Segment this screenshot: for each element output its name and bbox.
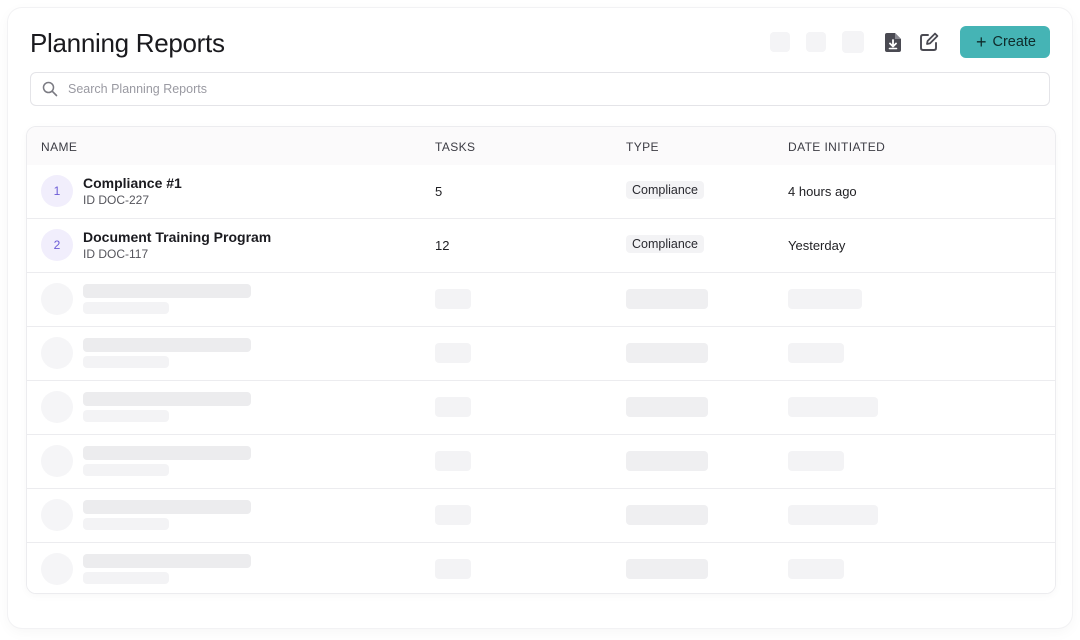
edit-button[interactable] [916, 29, 942, 55]
skeleton-cell [626, 343, 708, 363]
column-header-tasks[interactable]: TASKS [435, 140, 475, 154]
table-header: NAME TASKS TYPE DATE INITIATED [27, 127, 1055, 165]
create-button-label: Create [992, 34, 1036, 50]
type-badge: Compliance [626, 235, 705, 253]
skeleton-line [83, 302, 169, 314]
planning-reports-panel: Planning Reports + Create Search Plannin… [8, 8, 1072, 628]
report-tasks: 12 [435, 238, 450, 253]
column-header-date-initiated[interactable]: DATE INITIATED [788, 140, 885, 154]
toolbar: + Create [769, 26, 1050, 58]
column-header-type[interactable]: TYPE [626, 140, 659, 154]
skeleton-line [83, 284, 251, 298]
row-index-badge: 2 [41, 229, 73, 261]
skeleton-row [27, 326, 1055, 380]
toolbar-placeholder-3 [841, 31, 864, 53]
skeleton-line [83, 446, 251, 460]
skeleton-avatar [41, 337, 73, 369]
skeleton-line [83, 572, 169, 584]
skeleton-cell [788, 397, 878, 417]
page-title: Planning Reports [30, 28, 225, 58]
skeleton-cell [626, 451, 708, 471]
skeleton-cell [626, 289, 708, 309]
column-header-name[interactable]: NAME [41, 140, 77, 154]
search-bar [30, 72, 1050, 106]
skeleton-cell [788, 289, 862, 309]
skeleton-line [83, 464, 169, 476]
skeleton-cell [435, 397, 471, 417]
create-button[interactable]: + Create [959, 26, 1050, 58]
skeleton-cell [788, 505, 878, 525]
search-input[interactable] [66, 81, 1049, 97]
skeleton-line [83, 338, 251, 352]
skeleton-row [27, 380, 1055, 434]
skeleton-row [27, 434, 1055, 488]
skeleton-line [83, 554, 251, 568]
search-icon [42, 81, 58, 97]
skeleton-line [83, 410, 169, 422]
type-badge: Compliance [626, 181, 705, 199]
row-index-badge: 1 [41, 175, 73, 207]
skeleton-row [27, 542, 1055, 593]
report-name[interactable]: Compliance #1 [83, 175, 182, 191]
skeleton-cell [435, 451, 471, 471]
skeleton-line [83, 518, 169, 530]
toolbar-placeholder-1 [769, 32, 790, 52]
skeleton-cell [435, 343, 471, 363]
report-date: Yesterday [788, 238, 846, 253]
skeleton-cell [626, 559, 708, 579]
table-body: 1 Compliance #1 ID DOC-227 5 Compliance … [27, 165, 1055, 593]
edit-icon [920, 32, 939, 51]
report-date: 4 hours ago [788, 184, 857, 199]
skeleton-avatar [41, 391, 73, 423]
skeleton-cell [788, 559, 844, 579]
skeleton-line [83, 392, 251, 406]
skeleton-avatar [41, 553, 73, 585]
skeleton-cell [435, 289, 471, 309]
plus-icon: + [975, 32, 987, 52]
file-download-icon [884, 32, 901, 52]
skeleton-row [27, 488, 1055, 542]
skeleton-avatar [41, 283, 73, 315]
skeleton-cell [435, 505, 471, 525]
skeleton-cell [788, 343, 844, 363]
skeleton-avatar [41, 445, 73, 477]
toolbar-placeholder-2 [805, 32, 826, 52]
skeleton-avatar [41, 499, 73, 531]
download-button[interactable] [880, 29, 906, 55]
report-name[interactable]: Document Training Program [83, 229, 271, 245]
reports-table: NAME TASKS TYPE DATE INITIATED 1 Complia… [26, 126, 1056, 594]
table-row[interactable]: 2 Document Training Program ID DOC-117 1… [27, 218, 1055, 272]
table-row[interactable]: 1 Compliance #1 ID DOC-227 5 Compliance … [27, 165, 1055, 218]
skeleton-cell [626, 505, 708, 525]
skeleton-line [83, 500, 251, 514]
skeleton-cell [435, 559, 471, 579]
report-id: ID DOC-117 [83, 247, 149, 261]
report-id: ID DOC-227 [83, 193, 150, 207]
skeleton-row [27, 272, 1055, 326]
report-tasks: 5 [435, 184, 443, 199]
skeleton-cell [626, 397, 708, 417]
skeleton-line [83, 356, 169, 368]
skeleton-cell [788, 451, 844, 471]
